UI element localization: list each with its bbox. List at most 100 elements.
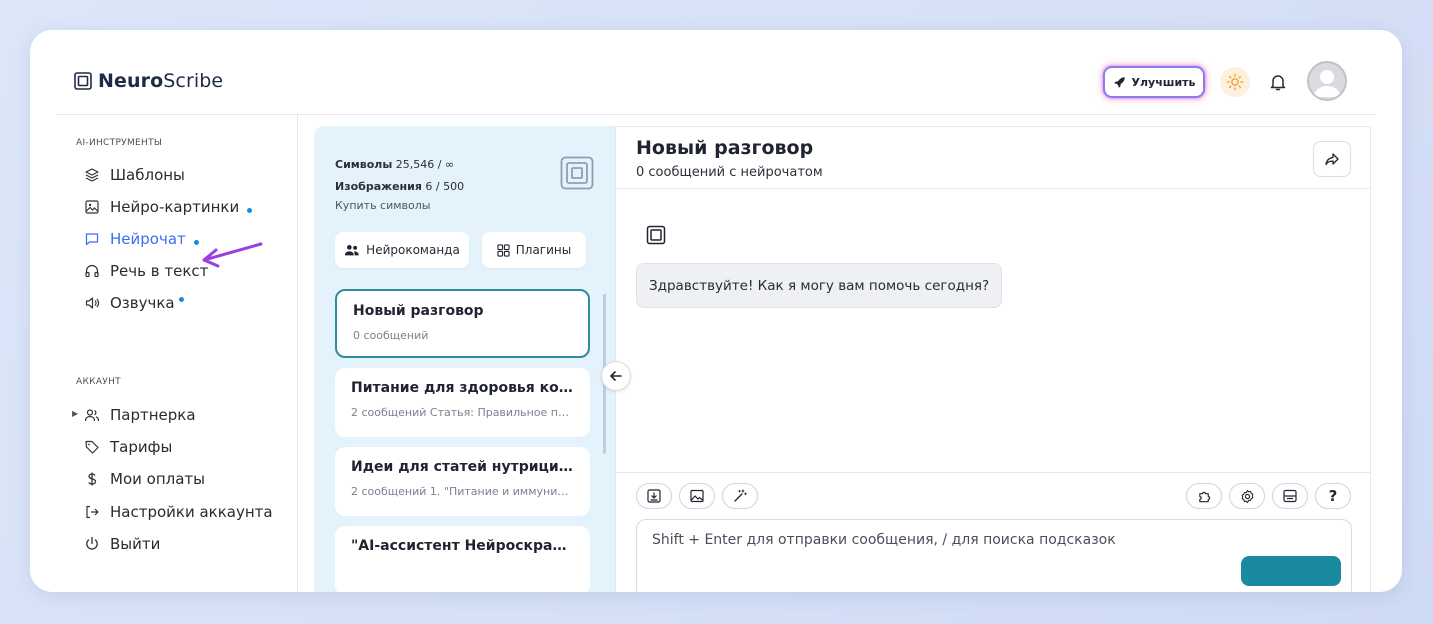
sidebar-item-payments[interactable]: Мои оплаты [84, 468, 205, 490]
conversation-item[interactable]: "AI-ассистент Нейроскрайб" [335, 526, 590, 592]
sidebar-item-partners[interactable]: Партнерка [84, 404, 196, 426]
composer-divider [616, 472, 1370, 473]
sidebar-item-label: Нейрочат [110, 230, 186, 248]
sidebar-item-neuro-images[interactable]: Нейро-картинки [84, 196, 253, 218]
conversation-title: Питание для здоровья кожи [351, 380, 574, 396]
conversation-item[interactable]: Питание для здоровья кожи 2 сообщений Ст… [335, 368, 590, 437]
sidebar-item-label: Озвучка [110, 294, 175, 312]
section-title-account: АККАУНТ [76, 377, 121, 387]
image-attach-button[interactable] [679, 483, 715, 509]
sidebar-item-label: Мои оплаты [110, 470, 205, 488]
chat-subtitle: 0 сообщений с нейрочатом [636, 165, 823, 180]
tag-icon [85, 440, 99, 454]
gear-icon [1241, 489, 1253, 503]
upload-button[interactable] [636, 483, 672, 509]
expand-caret-icon[interactable]: ▶ [72, 409, 78, 418]
logo[interactable]: NeuroScribe [74, 70, 223, 92]
sun-icon [1226, 73, 1244, 91]
user-avatar-icon [1313, 70, 1341, 97]
sidebar-item-label: Выйти [110, 535, 161, 553]
notifications-button[interactable] [1266, 70, 1290, 94]
image-icon [85, 200, 99, 214]
upgrade-button[interactable]: Улучшить [1103, 66, 1205, 98]
sidebar-item-templates[interactable]: Шаблоны [84, 164, 185, 186]
conversation-item[interactable]: Идеи для статей нутрициолога 2 сообщений… [335, 447, 590, 516]
avatar[interactable] [1307, 61, 1347, 101]
headphones-icon [85, 264, 99, 278]
quota-info: Символы 25,546 / ∞ Изображения 6 / 500 [335, 154, 464, 198]
conversation-subtitle: 2 сообщений Статья: Правильное питание д… [351, 406, 574, 419]
send-button[interactable] [1241, 556, 1341, 586]
conversation-item[interactable]: Новый разговор 0 сообщений [335, 289, 590, 358]
chat-title: Новый разговор [636, 137, 814, 159]
conversation-title: Новый разговор [353, 303, 484, 319]
share-button[interactable] [1313, 141, 1351, 177]
power-icon [86, 536, 98, 550]
layers-icon [85, 168, 99, 182]
layout-button[interactable] [1272, 483, 1308, 509]
neuroteam-label: Нейрокоманда [366, 243, 460, 257]
help-button[interactable]: ? [1315, 483, 1351, 509]
conversation-title: Идеи для статей нутрициолога [351, 459, 574, 475]
app-window: NeuroScribe Улучшить AI-ИНСТРУМЕНТЫ Шабл… [30, 30, 1402, 592]
bot-avatar-icon [646, 225, 666, 245]
conversation-title: "AI-ассистент Нейроскрайб" [351, 538, 574, 554]
magic-wand-icon [734, 489, 747, 502]
sidebar: AI-ИНСТРУМЕНТЫ Шаблоны Нейро-картинки Не… [56, 115, 298, 592]
share-icon [1325, 153, 1339, 166]
sidebar-item-label: Речь в текст [110, 262, 209, 280]
rocket-icon [1113, 76, 1125, 88]
logo-icon [74, 72, 92, 90]
symbols-label: Символы [335, 158, 393, 171]
conversation-subtitle: 2 сообщений 1. "Питание и иммунитет" [351, 485, 574, 498]
sidebar-item-speech-to-text[interactable]: Речь в текст [84, 260, 208, 282]
conversations-panel: Символы 25,546 / ∞ Изображения 6 / 500 К… [314, 126, 615, 592]
sidebar-item-account-settings[interactable]: Настройки аккаунта [84, 501, 273, 523]
theme-toggle-button[interactable] [1220, 67, 1250, 97]
sidebar-item-label: Шаблоны [110, 166, 185, 184]
plugin-button[interactable] [1186, 483, 1222, 509]
sidebar-item-label: Настройки аккаунта [110, 503, 273, 521]
team-icon [345, 245, 359, 256]
sidebar-item-logout[interactable]: Выйти [84, 533, 160, 555]
sidebar-item-label: Партнерка [110, 406, 196, 424]
images-value: 6 / 500 [425, 180, 465, 193]
upgrade-label: Улучшить [1131, 75, 1196, 89]
neuroteam-button[interactable]: Нейрокоманда [335, 232, 469, 268]
chat-header-divider [616, 188, 1370, 189]
chat-bubble-icon [85, 233, 99, 246]
chat-area: Новый разговор 0 сообщений с нейрочатом … [615, 126, 1371, 592]
annotation-arrow-icon [202, 242, 263, 268]
magic-wand-button[interactable] [722, 483, 758, 509]
users-icon [84, 409, 100, 422]
sidebar-item-label: Нейро-картинки [110, 198, 240, 216]
images-label: Изображения [335, 180, 422, 193]
sidebar-item-label: Тарифы [110, 438, 173, 456]
sidebar-item-voiceover[interactable]: Озвучка [84, 292, 184, 314]
neuroscribe-logo-icon [560, 156, 594, 190]
bell-icon [1270, 75, 1286, 91]
grid-icon [497, 243, 510, 257]
collapse-panel-button[interactable] [601, 361, 631, 391]
settings-button[interactable] [1229, 483, 1265, 509]
logo-text: NeuroScribe [98, 70, 224, 92]
new-indicator-dot [247, 207, 253, 213]
login-icon [86, 505, 99, 519]
buy-symbols-link[interactable]: Купить символы [335, 199, 430, 212]
puzzle-icon [1198, 491, 1210, 502]
plugins-label: Плагины [515, 243, 572, 257]
conversation-subtitle: 0 сообщений [353, 329, 429, 342]
upload-icon [647, 489, 661, 503]
question-icon: ? [1328, 487, 1338, 505]
bot-message-bubble: Здравствуйте! Как я могу вам помочь сего… [636, 263, 1003, 308]
sidebar-item-neurochat[interactable]: Нейрочат [84, 228, 199, 250]
image-icon [690, 489, 704, 503]
panel-icon [1283, 489, 1297, 503]
plugins-button[interactable]: Плагины [482, 232, 586, 268]
sidebar-item-tariffs[interactable]: Тарифы [84, 436, 172, 458]
new-indicator-dot [178, 296, 184, 302]
speaker-icon [85, 297, 100, 309]
dollar-icon [88, 472, 97, 486]
symbols-value: 25,546 / ∞ [395, 158, 455, 171]
arrow-left-icon [610, 371, 622, 381]
